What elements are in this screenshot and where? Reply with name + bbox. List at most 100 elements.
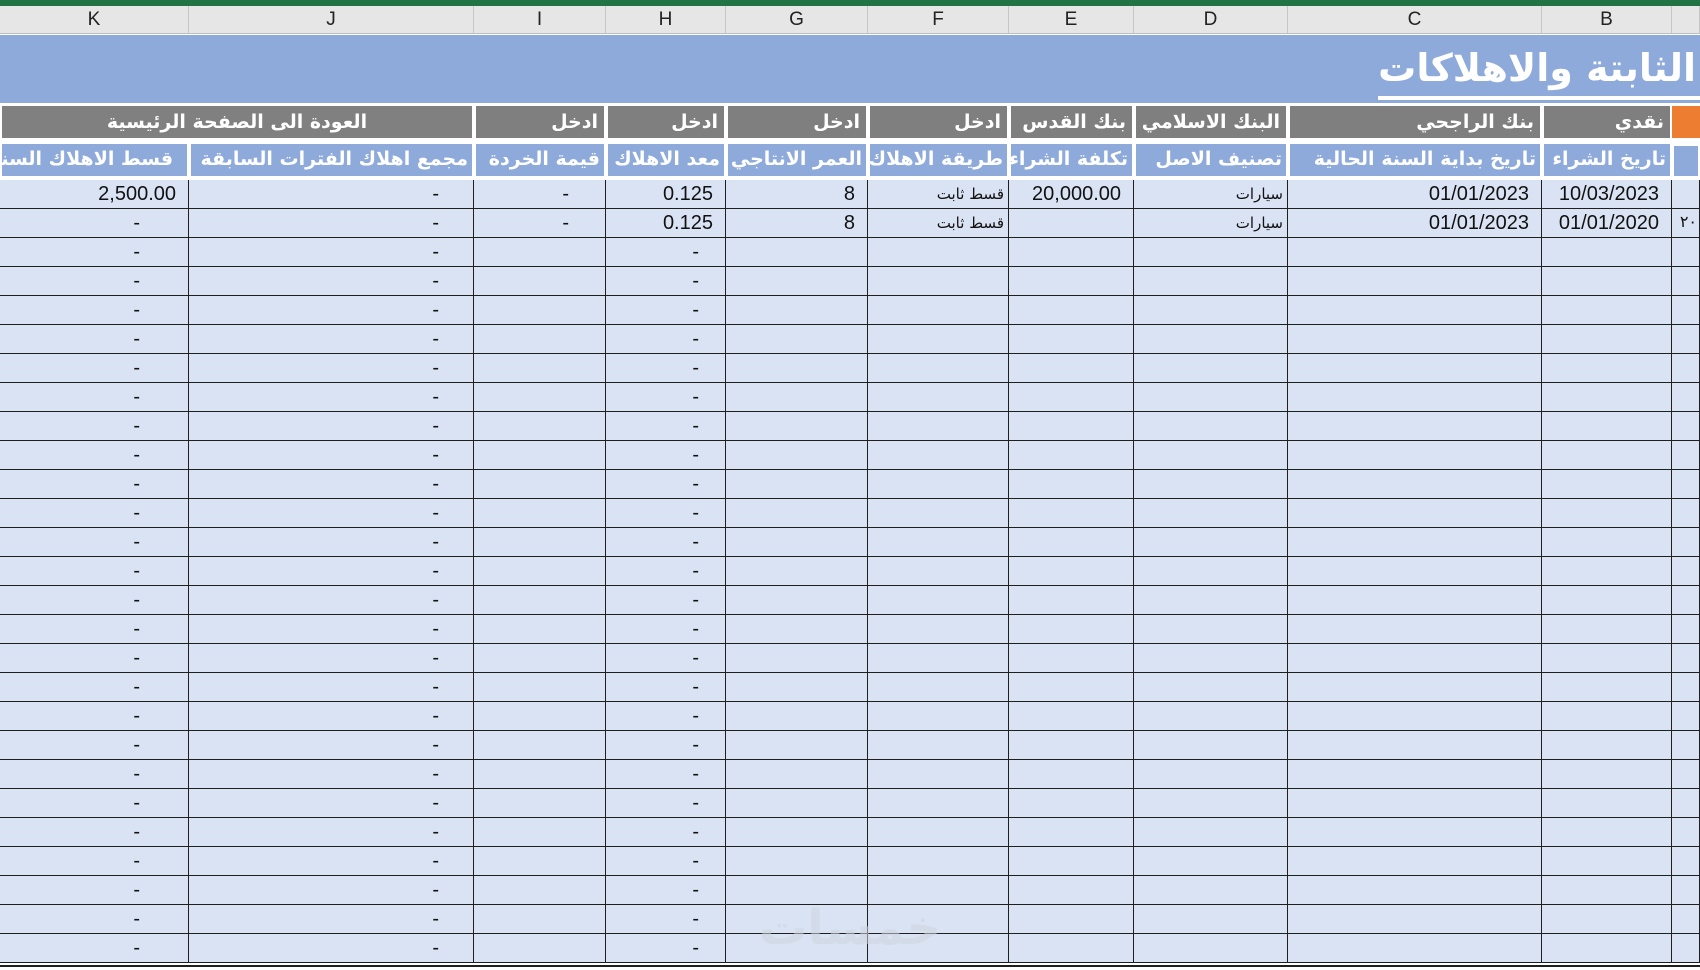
- cell-e-row-5[interactable]: [1009, 296, 1134, 325]
- cell-i-row-23[interactable]: [474, 818, 606, 847]
- cell-a-row-12[interactable]: [1672, 499, 1700, 528]
- cell-d-row-12[interactable]: [1134, 499, 1288, 528]
- cell-b-row-16[interactable]: [1542, 615, 1672, 644]
- cell-j-row-9[interactable]: -: [189, 412, 474, 441]
- cell-k-row-18[interactable]: -: [0, 673, 189, 702]
- cell-d-row-14[interactable]: [1134, 557, 1288, 586]
- cell-f-row-4[interactable]: [868, 267, 1009, 296]
- cell-i-row-26[interactable]: [474, 905, 606, 934]
- cell-e-row-19[interactable]: [1009, 702, 1134, 731]
- cell-d-row-20[interactable]: [1134, 731, 1288, 760]
- selected-cell-a[interactable]: [1672, 144, 1700, 178]
- cell-b-row-23[interactable]: [1542, 818, 1672, 847]
- cell-i-row-20[interactable]: [474, 731, 606, 760]
- cell-b-row-2[interactable]: 01/01/2020: [1542, 209, 1672, 238]
- cell-f-row-18[interactable]: [868, 673, 1009, 702]
- cell-j-row-17[interactable]: -: [189, 644, 474, 673]
- cell-e-row-14[interactable]: [1009, 557, 1134, 586]
- cell-e-row-15[interactable]: [1009, 586, 1134, 615]
- cell-e-row-20[interactable]: [1009, 731, 1134, 760]
- cell-a-row-15[interactable]: [1672, 586, 1700, 615]
- cell-j-row-11[interactable]: -: [189, 470, 474, 499]
- cell-h-row-6[interactable]: -: [606, 325, 726, 354]
- cell-e-row-24[interactable]: [1009, 847, 1134, 876]
- cell-e-row-11[interactable]: [1009, 470, 1134, 499]
- cell-e-row-27[interactable]: [1009, 934, 1134, 963]
- cell-k-row-8[interactable]: -: [0, 383, 189, 412]
- cell-i-row-2[interactable]: -: [474, 209, 606, 238]
- cell-b-row-27[interactable]: [1542, 934, 1672, 963]
- cell-c-row-4[interactable]: [1288, 267, 1542, 296]
- cell-c-row-13[interactable]: [1288, 528, 1542, 557]
- column-header-a[interactable]: [1672, 6, 1700, 34]
- cell-k-row-24[interactable]: -: [0, 847, 189, 876]
- cell-b-row-21[interactable]: [1542, 760, 1672, 789]
- cell-e-row-10[interactable]: [1009, 441, 1134, 470]
- cell-g-row-22[interactable]: [726, 789, 868, 818]
- cell-d-row-17[interactable]: [1134, 644, 1288, 673]
- cell-g-row-4[interactable]: [726, 267, 868, 296]
- cell-g-row-18[interactable]: [726, 673, 868, 702]
- cell-j-row-12[interactable]: -: [189, 499, 474, 528]
- cell-i-row-15[interactable]: [474, 586, 606, 615]
- cell-g-row-11[interactable]: [726, 470, 868, 499]
- cell-a-row-25[interactable]: [1672, 876, 1700, 905]
- cell-a-row-21[interactable]: [1672, 760, 1700, 789]
- cell-b-row-20[interactable]: [1542, 731, 1672, 760]
- cell-c-row-14[interactable]: [1288, 557, 1542, 586]
- cell-i-row-18[interactable]: [474, 673, 606, 702]
- cell-e-row-3[interactable]: [1009, 238, 1134, 267]
- cell-k-row-5[interactable]: -: [0, 296, 189, 325]
- cell-h-row-23[interactable]: -: [606, 818, 726, 847]
- cell-a-row-24[interactable]: [1672, 847, 1700, 876]
- cell-j-row-13[interactable]: -: [189, 528, 474, 557]
- cell-b-row-7[interactable]: [1542, 354, 1672, 383]
- cell-h-row-21[interactable]: -: [606, 760, 726, 789]
- cell-j-row-21[interactable]: -: [189, 760, 474, 789]
- cell-j-row-5[interactable]: -: [189, 296, 474, 325]
- cell-g-row-15[interactable]: [726, 586, 868, 615]
- cell-k-row-13[interactable]: -: [0, 528, 189, 557]
- cell-j-row-25[interactable]: -: [189, 876, 474, 905]
- cell-g-row-10[interactable]: [726, 441, 868, 470]
- cell-f-row-14[interactable]: [868, 557, 1009, 586]
- cell-e-row-2[interactable]: [1009, 209, 1134, 238]
- cell-k-row-3[interactable]: -: [0, 238, 189, 267]
- column-header-b[interactable]: B: [1542, 6, 1672, 34]
- cell-c-row-15[interactable]: [1288, 586, 1542, 615]
- cell-b-row-11[interactable]: [1542, 470, 1672, 499]
- cell-a-row-16[interactable]: [1672, 615, 1700, 644]
- cell-j-row-3[interactable]: -: [189, 238, 474, 267]
- cell-d-row-27[interactable]: [1134, 934, 1288, 963]
- cell-h-row-18[interactable]: -: [606, 673, 726, 702]
- column-header-j[interactable]: J: [189, 6, 474, 34]
- cell-d-row-3[interactable]: [1134, 238, 1288, 267]
- cell-d-row-1[interactable]: سيارات: [1134, 180, 1288, 209]
- cell-d-row-24[interactable]: [1134, 847, 1288, 876]
- cell-g-input[interactable]: ادخل: [726, 104, 868, 140]
- cell-d-row-22[interactable]: [1134, 789, 1288, 818]
- cell-i-row-19[interactable]: [474, 702, 606, 731]
- cell-h-row-17[interactable]: -: [606, 644, 726, 673]
- cell-j-row-2[interactable]: -: [189, 209, 474, 238]
- cell-h-row-20[interactable]: -: [606, 731, 726, 760]
- cell-f-row-15[interactable]: [868, 586, 1009, 615]
- cell-e-row-1[interactable]: 20,000.00: [1009, 180, 1134, 209]
- cell-i-row-13[interactable]: [474, 528, 606, 557]
- cell-j-row-23[interactable]: -: [189, 818, 474, 847]
- cell-g-row-13[interactable]: [726, 528, 868, 557]
- cell-a-row-18[interactable]: [1672, 673, 1700, 702]
- cell-g-row-16[interactable]: [726, 615, 868, 644]
- cell-g-row-12[interactable]: [726, 499, 868, 528]
- cell-f-row-9[interactable]: [868, 412, 1009, 441]
- cell-f-row-24[interactable]: [868, 847, 1009, 876]
- cell-b-row-18[interactable]: [1542, 673, 1672, 702]
- cell-b-row-10[interactable]: [1542, 441, 1672, 470]
- cell-h-row-22[interactable]: -: [606, 789, 726, 818]
- cell-e-row-22[interactable]: [1009, 789, 1134, 818]
- cell-c-row-19[interactable]: [1288, 702, 1542, 731]
- cell-j-row-1[interactable]: -: [189, 180, 474, 209]
- cell-b-row-9[interactable]: [1542, 412, 1672, 441]
- cell-e-row-17[interactable]: [1009, 644, 1134, 673]
- cell-a-row-3[interactable]: [1672, 238, 1700, 267]
